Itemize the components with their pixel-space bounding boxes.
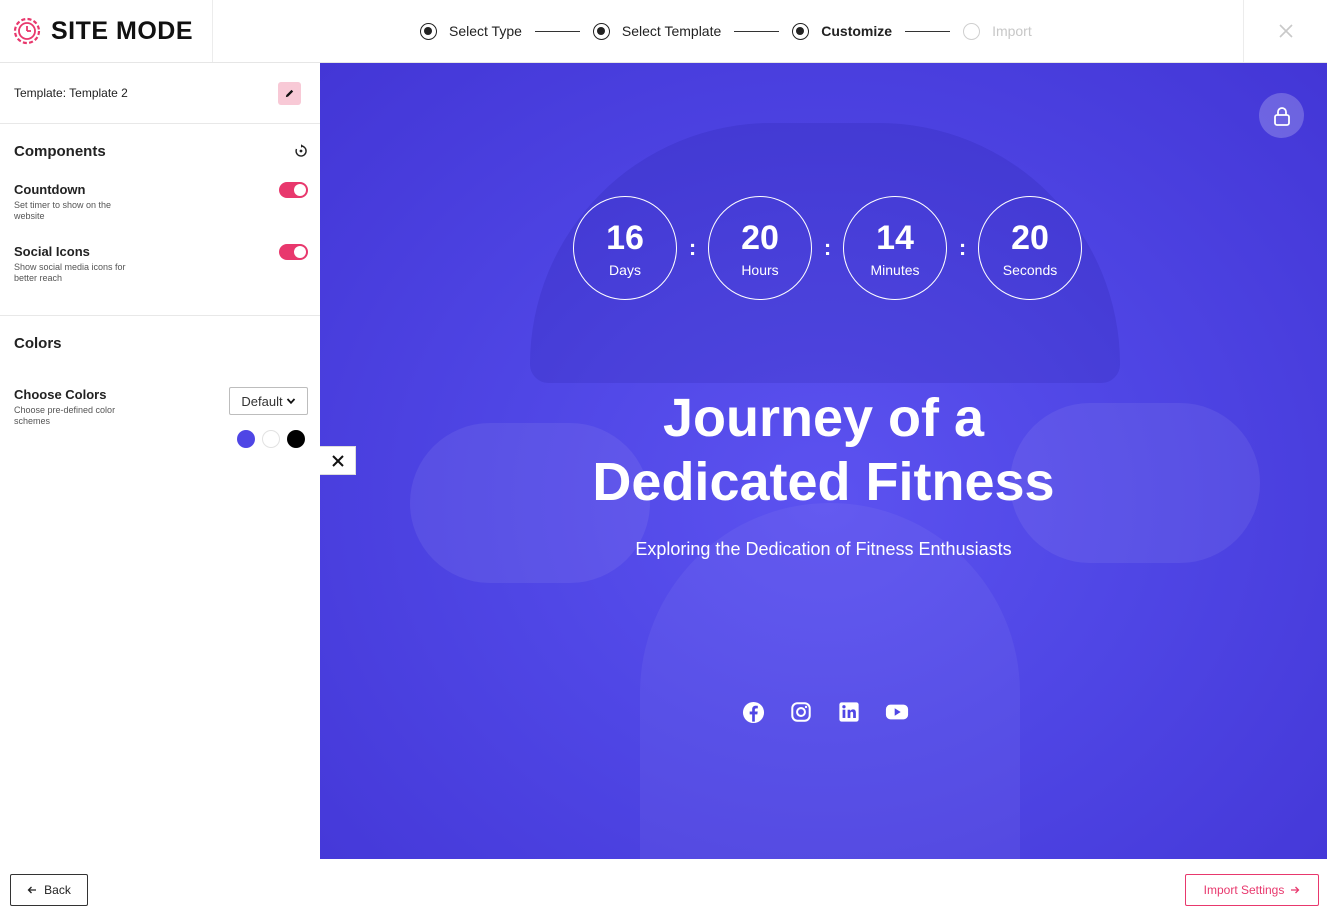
components-header: Components	[14, 124, 308, 178]
facebook-icon[interactable]	[741, 700, 765, 724]
lock-icon	[1273, 106, 1290, 126]
countdown-unit: Seconds	[1002, 262, 1058, 278]
pencil-icon	[285, 89, 294, 97]
step-label: Customize	[821, 23, 893, 39]
close-icon	[1278, 24, 1293, 38]
hero-subheadline: Exploring the Dedication of Fitness Enth…	[635, 539, 1012, 559]
setting-desc: Show social media icons for better reach	[14, 262, 126, 283]
color-swatches	[229, 430, 308, 448]
back-button-label: Back	[44, 883, 71, 897]
headline-line: Journey of a	[662, 388, 985, 448]
colors-header: Colors	[14, 316, 308, 370]
step-connector	[734, 30, 780, 32]
chevron-down-icon	[286, 398, 295, 405]
collapse-sidebar-button[interactable]	[320, 446, 356, 475]
countdown-unit: Days	[609, 262, 641, 278]
swatch-white[interactable]	[262, 430, 280, 448]
setting-desc: Set timer to show on the website	[14, 200, 112, 221]
clock-gear-logo-icon	[13, 17, 41, 45]
reset-icon[interactable]	[294, 144, 308, 158]
setting-title: Countdown	[14, 182, 86, 197]
wizard-steps: Select Type Select Template Customize Im…	[420, 19, 1032, 43]
step-select-type[interactable]: Select Type	[420, 22, 522, 40]
social-icons-toggle[interactable]	[279, 244, 308, 260]
countdown-value: 14	[876, 219, 914, 257]
color-scheme-select[interactable]: Default	[229, 387, 308, 415]
template-row: Template: Template 2	[0, 63, 320, 124]
step-label: Import	[992, 23, 1032, 39]
close-icon	[331, 454, 344, 467]
countdown-setting: Countdown Set timer to show on the websi…	[14, 182, 308, 222]
instagram-icon[interactable]	[789, 700, 813, 724]
countdown-timer: 16 Days : 20 Hours : 14 Minutes : 20 Sec…	[573, 196, 1082, 300]
import-button-label: Import Settings	[1203, 883, 1285, 897]
step-connector	[905, 30, 951, 32]
template-preview: 16 Days : 20 Hours : 14 Minutes : 20 Sec…	[320, 63, 1327, 859]
countdown-separator: :	[823, 235, 832, 260]
countdown-seconds: 20 Seconds	[978, 196, 1082, 300]
countdown-value: 16	[606, 219, 644, 257]
step-dot-icon	[963, 22, 981, 40]
headline-line: Dedicated Fitness	[592, 452, 1055, 512]
top-header: SITE MODE Select Type Select Template Cu…	[0, 0, 1327, 63]
countdown-hours: 20 Hours	[708, 196, 812, 300]
step-label: Select Type	[449, 23, 522, 39]
step-select-template[interactable]: Select Template	[592, 22, 722, 40]
components-section: Components Countdown Set timer to show o…	[0, 124, 320, 316]
swatch-black[interactable]	[287, 430, 305, 448]
step-import: Import	[963, 22, 1032, 40]
colors-section: Colors Choose Colors Choose pre-defined …	[0, 316, 320, 448]
step-dot-icon	[592, 22, 610, 40]
countdown-separator: :	[688, 235, 697, 260]
youtube-icon[interactable]	[885, 700, 909, 724]
countdown-days: 16 Days	[573, 196, 677, 300]
brand: SITE MODE	[0, 0, 213, 62]
setting-desc: Choose pre-defined color schemes	[14, 405, 116, 426]
step-dot-icon	[420, 22, 437, 40]
social-icons	[741, 700, 909, 724]
step-customize[interactable]: Customize	[792, 22, 893, 40]
step-dot-icon	[792, 22, 810, 40]
countdown-toggle[interactable]	[279, 182, 308, 198]
back-button[interactable]: Back	[10, 874, 88, 906]
countdown-value: 20	[1011, 219, 1049, 257]
section-title: Colors	[14, 334, 62, 352]
select-value: Default	[241, 393, 283, 409]
template-label: Template: Template 2	[14, 86, 128, 100]
countdown-minutes: 14 Minutes	[843, 196, 947, 300]
countdown-unit: Hours	[741, 262, 779, 278]
section-title: Components	[14, 142, 106, 160]
lock-button[interactable]	[1259, 93, 1304, 138]
arrow-left-icon	[27, 886, 37, 894]
step-label: Select Template	[621, 23, 722, 39]
social-icons-setting: Social Icons Show social media icons for…	[14, 244, 308, 284]
edit-template-button[interactable]	[278, 81, 301, 105]
arrow-right-icon	[1291, 886, 1300, 894]
import-settings-button[interactable]: Import Settings	[1185, 874, 1319, 906]
footer-bar: Back Import Settings	[0, 859, 1327, 917]
setting-title: Social Icons	[14, 244, 90, 259]
step-connector	[534, 30, 580, 32]
setting-title: Choose Colors	[14, 387, 107, 402]
countdown-unit: Minutes	[870, 262, 920, 278]
countdown-value: 20	[741, 219, 779, 257]
brand-name: SITE MODE	[51, 16, 194, 45]
choose-colors-setting: Choose Colors Choose pre-defined color s…	[14, 387, 308, 448]
hero-headline: Journey of a Dedicated Fitness	[320, 386, 1327, 514]
linkedin-icon[interactable]	[837, 700, 861, 724]
countdown-separator: :	[958, 235, 967, 260]
swatch-primary[interactable]	[237, 430, 255, 448]
settings-sidebar: Template: Template 2 Components Countdow…	[0, 63, 320, 859]
close-button[interactable]	[1243, 0, 1327, 62]
